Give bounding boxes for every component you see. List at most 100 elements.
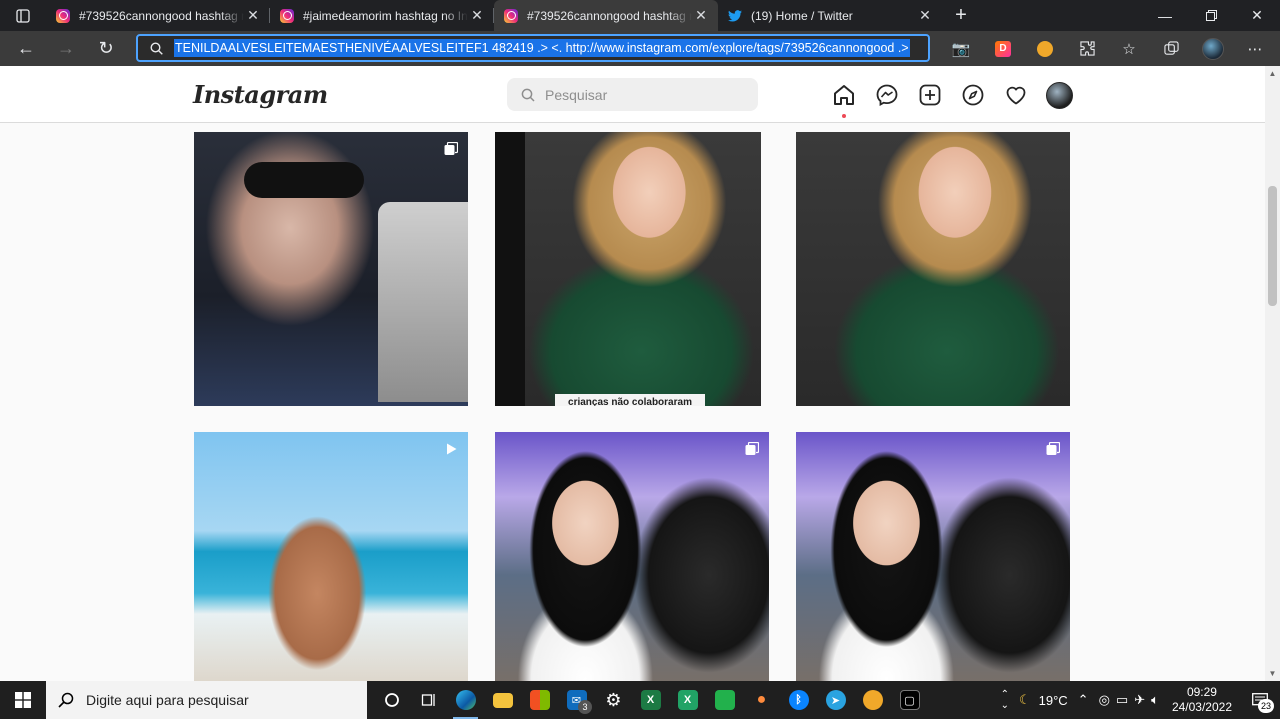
search-input[interactable] — [545, 86, 735, 103]
refresh-button[interactable]: ↻ — [86, 31, 126, 66]
collections-button[interactable] — [1150, 31, 1192, 66]
search-icon — [58, 692, 74, 708]
post-tile-5[interactable] — [495, 432, 769, 681]
tray-status-icons[interactable]: ◎ ▭ ✈ 🔈︎ — [1094, 681, 1164, 719]
post-tile-2[interactable]: crianças não colaboraram — [495, 132, 761, 406]
puzzle-icon — [1079, 41, 1095, 56]
profile-avatar — [1202, 37, 1224, 60]
browser-tab-2[interactable]: #jaimedeamorim hashtag no Instagram ✕ — [270, 0, 494, 31]
close-icon[interactable]: ✕ — [916, 7, 934, 24]
activity-button[interactable] — [1002, 81, 1030, 109]
close-window-button[interactable]: ✕ — [1234, 0, 1280, 31]
messenger-button[interactable] — [873, 81, 901, 109]
collections-icon — [1163, 41, 1179, 55]
forward-button[interactable]: → — [46, 31, 86, 66]
paw-icon: ● — [756, 691, 767, 708]
post-tile-1[interactable] — [194, 132, 468, 406]
clock[interactable]: 09:29 24/03/2022 — [1164, 685, 1240, 715]
tab-title: (19) Home / Twitter — [751, 8, 853, 23]
taskbar-app-paw[interactable]: ● — [743, 681, 780, 719]
start-button[interactable] — [0, 681, 46, 719]
show-hidden-icons-button[interactable]: ⌃ — [1073, 681, 1094, 719]
taskbar-app-bluetooth[interactable]: ᛒ — [780, 681, 817, 719]
back-button[interactable]: ← — [6, 31, 46, 66]
search-box[interactable] — [507, 78, 758, 111]
taskbar-app-orange[interactable] — [854, 681, 891, 719]
carousel-icon — [1046, 442, 1060, 455]
post-tile-4[interactable] — [194, 432, 468, 681]
post-tile-6[interactable] — [796, 432, 1070, 681]
taskbar-app-file-explorer[interactable] — [484, 681, 521, 719]
settings-menu-button[interactable]: ⋯ — [1234, 31, 1276, 66]
address-text-selected[interactable]: TENILDAALVESLEITEMAESTHENIVÉAALVESLEITEF… — [174, 39, 910, 57]
d-extension-button[interactable]: D — [982, 31, 1024, 66]
task-view-button[interactable] — [410, 681, 447, 719]
browser-tab-4[interactable]: (19) Home / Twitter ✕ — [718, 0, 942, 31]
close-icon[interactable]: ✕ — [244, 7, 262, 24]
restore-button[interactable] — [1188, 0, 1234, 31]
carousel-icon — [745, 442, 759, 455]
taskbar-app-settings[interactable]: ⚙ — [595, 681, 632, 719]
taskbar-app-telegram[interactable]: ➤ — [817, 681, 854, 719]
notification-count-badge: 23 — [1258, 699, 1274, 713]
more-icon: ⋯ — [1247, 40, 1263, 58]
home-button[interactable] — [830, 81, 858, 118]
restore-icon — [1205, 10, 1217, 21]
tray-overflow-button[interactable]: ⌃ ⌄ — [996, 681, 1014, 719]
instagram-icon — [56, 8, 70, 23]
bluetooth-icon: ᛒ — [788, 690, 809, 710]
screenshot-extension-button[interactable]: 📷 — [940, 31, 982, 66]
activity-heart-icon — [1006, 86, 1026, 105]
favorites-button[interactable]: ☆ — [1108, 31, 1150, 66]
arrow-right-icon: → — [57, 38, 75, 58]
taskbar-app-edge[interactable] — [447, 681, 484, 719]
post-tile-3[interactable] — [796, 132, 1070, 406]
browser-tab-1[interactable]: #739526cannongood hashtag no Instagram ✕ — [46, 0, 270, 31]
messenger-icon — [876, 84, 898, 107]
windows-logo-icon — [15, 692, 31, 708]
explore-icon — [962, 84, 984, 106]
taskbar-app-store[interactable] — [521, 681, 558, 719]
close-icon[interactable]: ✕ — [692, 7, 710, 24]
telegram-icon: ➤ — [825, 690, 846, 710]
profile-button[interactable] — [1192, 31, 1234, 66]
home-icon — [834, 85, 854, 105]
address-bar[interactable]: TENILDAALVESLEITEMAESTHENIVÉAALVESLEITEF… — [136, 34, 930, 62]
minimize-button[interactable]: — — [1142, 0, 1188, 31]
clock-date: 24/03/2022 — [1171, 700, 1232, 714]
scroll-up-icon[interactable]: ▲ — [1265, 66, 1280, 81]
taskbar-search[interactable] — [46, 681, 367, 719]
weather-widget[interactable]: ☾ 19°C — [1014, 681, 1073, 719]
extensions-button[interactable] — [1066, 31, 1108, 66]
scroll-down-icon[interactable]: ▼ — [1265, 666, 1280, 681]
terminal-icon: ▢ — [899, 690, 920, 710]
d-extension-icon: D — [995, 40, 1011, 57]
instagram-logo[interactable]: Instagram — [193, 80, 328, 109]
profile-button[interactable] — [1045, 81, 1073, 109]
cortana-circle-icon — [384, 693, 399, 707]
close-icon[interactable]: ✕ — [468, 7, 486, 24]
browser-tab-bar: #739526cannongood hashtag no Instagram ✕… — [0, 0, 1280, 31]
orange-extension-button[interactable] — [1024, 31, 1066, 66]
notification-center-button[interactable]: 23 — [1240, 681, 1280, 719]
new-post-icon — [919, 84, 941, 106]
new-tab-button[interactable]: + — [942, 0, 980, 31]
browser-tab-3-active[interactable]: #739526cannongood hashtag no Instagram ✕ — [494, 0, 718, 31]
taskbar-app-excel-1[interactable]: X — [632, 681, 669, 719]
taskbar-app-excel-2[interactable]: X — [669, 681, 706, 719]
chevron-up-icon: ⌃ — [1077, 692, 1089, 707]
airplane-icon: ✈ — [1134, 692, 1146, 707]
taskbar-app-mail[interactable]: ✉ 3 — [558, 681, 595, 719]
location-icon: ◎ — [1098, 692, 1110, 707]
page-scrollbar[interactable]: ▲ ▼ — [1265, 66, 1280, 681]
tab-actions-button[interactable] — [0, 0, 46, 31]
taskbar-search-input[interactable] — [86, 692, 346, 708]
explore-button[interactable] — [959, 81, 987, 109]
cortana-button[interactable] — [373, 681, 410, 719]
taskbar-app-green[interactable] — [706, 681, 743, 719]
scrollbar-thumb[interactable] — [1268, 186, 1277, 306]
new-post-button[interactable] — [916, 81, 944, 109]
store-icon — [529, 690, 550, 710]
weather-temperature: 19°C — [1038, 692, 1068, 708]
taskbar-app-terminal[interactable]: ▢ — [891, 681, 928, 719]
